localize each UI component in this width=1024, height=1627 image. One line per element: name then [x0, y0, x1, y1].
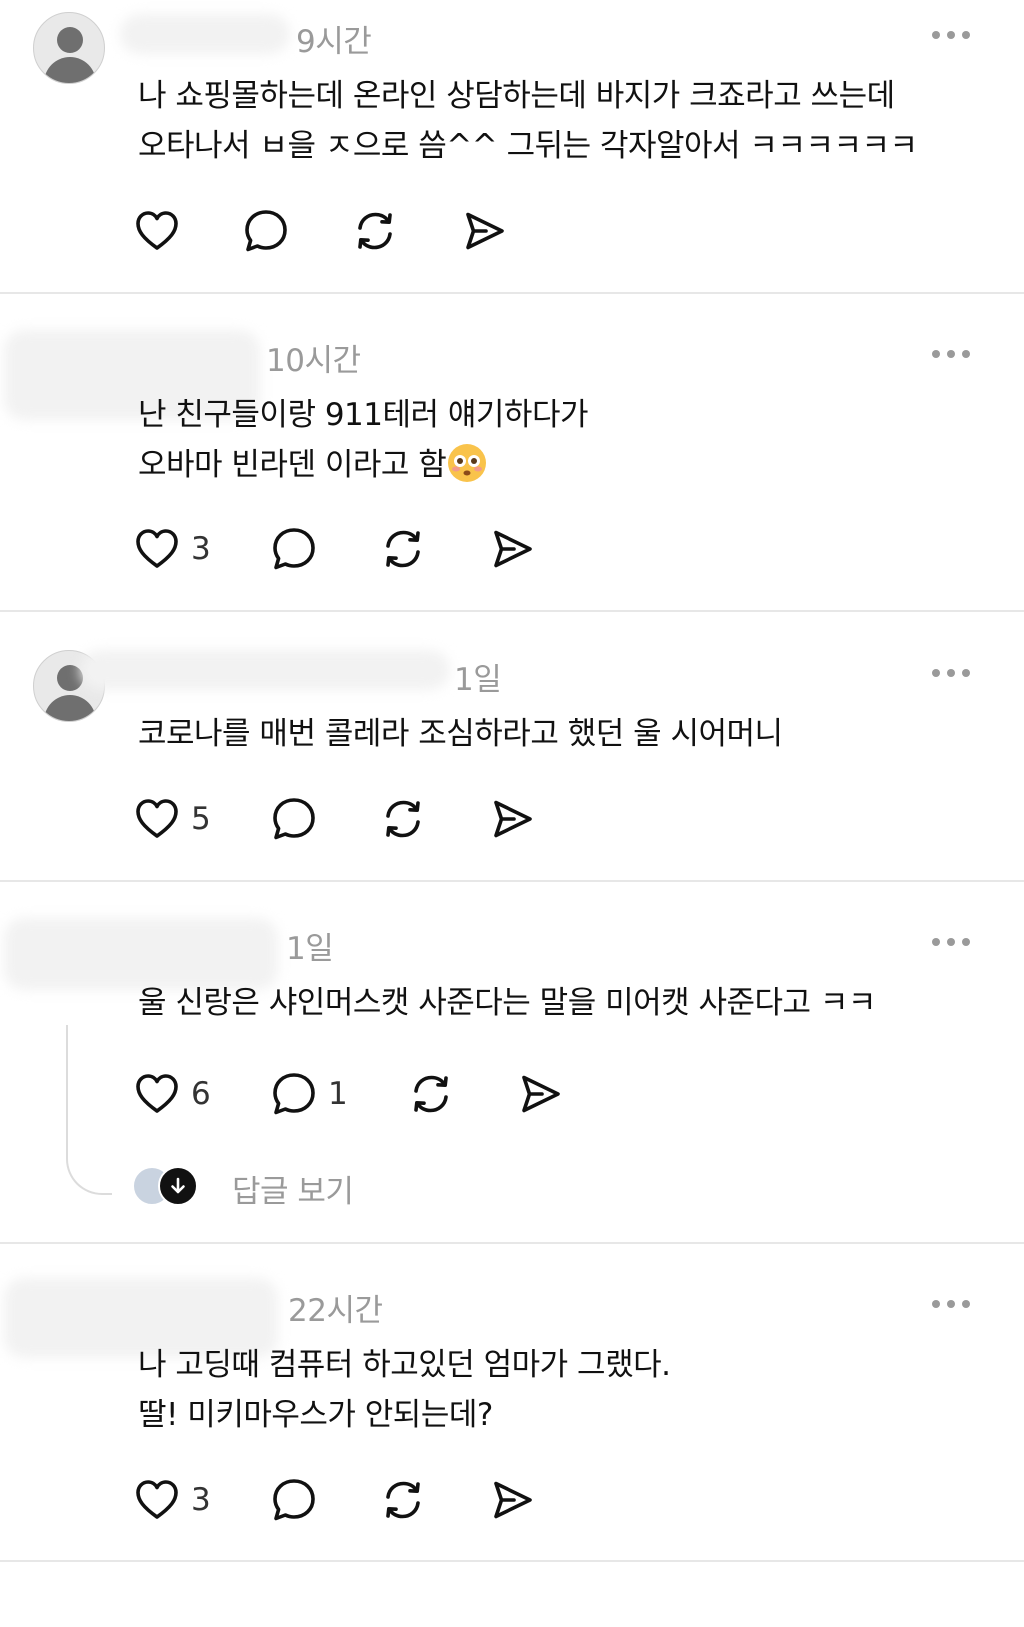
share-icon [516, 1070, 564, 1118]
like-button[interactable]: 6 [133, 1070, 211, 1118]
share-icon [488, 795, 536, 843]
divider [0, 1560, 1024, 1562]
repost-icon [379, 525, 427, 573]
comment-icon [270, 1070, 318, 1118]
post-time: 1일 [286, 931, 334, 967]
share-icon [488, 1476, 536, 1524]
view-replies-link[interactable]: 답글 보기 [232, 1166, 354, 1211]
comment-button[interactable] [270, 1476, 318, 1524]
redacted-username [80, 650, 450, 690]
post-text-line: 딸! 미키마우스가 안되는데? [138, 1397, 493, 1433]
heart-icon [133, 795, 181, 843]
heart-icon [133, 525, 181, 573]
share-button[interactable] [488, 1476, 536, 1524]
reply-avatars[interactable] [132, 1166, 198, 1206]
more-icon[interactable] [932, 350, 972, 360]
flushed-face-emoji [448, 444, 487, 482]
comment-icon [242, 207, 290, 255]
share-button[interactable] [488, 795, 536, 843]
comment-button[interactable]: 1 [270, 1070, 348, 1118]
like-button[interactable]: 3 [133, 525, 211, 573]
heart-icon [133, 1476, 181, 1524]
comment-button[interactable] [242, 207, 290, 255]
post-text-line: 울 신랑은 샤인머스캣 사준다는 말을 미어캣 사준다고 ㅋㅋ [138, 985, 876, 1021]
comment-button[interactable] [270, 525, 318, 573]
repost-icon [351, 207, 399, 255]
comment-icon [270, 795, 318, 843]
heart-icon [133, 1070, 181, 1118]
post-text-line: 오타나서 ㅂ을 ㅈ으로 씀^^ 그뒤는 각자알아서 ㅋㅋㅋㅋㅋㅋ [138, 128, 918, 164]
post-time: 10시간 [266, 343, 361, 379]
share-button[interactable] [488, 525, 536, 573]
avatar[interactable] [33, 12, 105, 84]
comment-icon [270, 1476, 318, 1524]
share-icon [488, 525, 536, 573]
repost-button[interactable] [379, 525, 427, 573]
post-text: 오바마 빈라덴 이라고 함 [138, 447, 447, 483]
redacted-username [120, 14, 290, 54]
repost-button[interactable] [407, 1070, 455, 1118]
more-icon[interactable] [932, 1300, 972, 1310]
share-button[interactable] [460, 207, 508, 255]
heart-icon [133, 207, 181, 255]
like-count: 6 [191, 1076, 211, 1112]
post-time: 22시간 [288, 1293, 383, 1329]
repost-icon [379, 795, 427, 843]
repost-icon [407, 1070, 455, 1118]
repost-button[interactable] [351, 207, 399, 255]
post-text-line: 코로나를 매번 콜레라 조심하라고 했던 울 시어머니 [138, 716, 783, 752]
repost-icon [379, 1476, 427, 1524]
post-time: 1일 [454, 662, 502, 698]
post-text-line: 나 고딩때 컴퓨터 하고있던 엄마가 그랬다. [138, 1347, 671, 1383]
divider [0, 610, 1024, 612]
comment-icon [270, 525, 318, 573]
post-text-line: 오바마 빈라덴 이라고 함 [138, 440, 487, 490]
like-count: 5 [191, 801, 211, 837]
share-button[interactable] [516, 1070, 564, 1118]
post-text-line: 나 쇼핑몰하는데 온라인 상담하는데 바지가 크죠라고 쓰는데 [138, 78, 895, 114]
like-button[interactable]: 5 [133, 795, 211, 843]
like-button[interactable] [133, 207, 181, 255]
more-icon[interactable] [932, 31, 972, 41]
more-icon[interactable] [932, 669, 972, 679]
divider [0, 292, 1024, 294]
share-icon [460, 207, 508, 255]
post-text-line: 난 친구들이랑 911테러 얘기하다가 [138, 397, 589, 433]
post-time: 9시간 [296, 24, 372, 60]
thread-line [66, 1025, 112, 1195]
divider [0, 1242, 1024, 1244]
comment-button[interactable] [270, 795, 318, 843]
like-count: 3 [191, 531, 211, 567]
repost-button[interactable] [379, 1476, 427, 1524]
more-icon[interactable] [932, 938, 972, 948]
arrow-down-icon [158, 1166, 198, 1206]
like-count: 3 [191, 1482, 211, 1518]
repost-button[interactable] [379, 795, 427, 843]
reply-count: 1 [328, 1076, 348, 1112]
like-button[interactable]: 3 [133, 1476, 211, 1524]
divider [0, 880, 1024, 882]
